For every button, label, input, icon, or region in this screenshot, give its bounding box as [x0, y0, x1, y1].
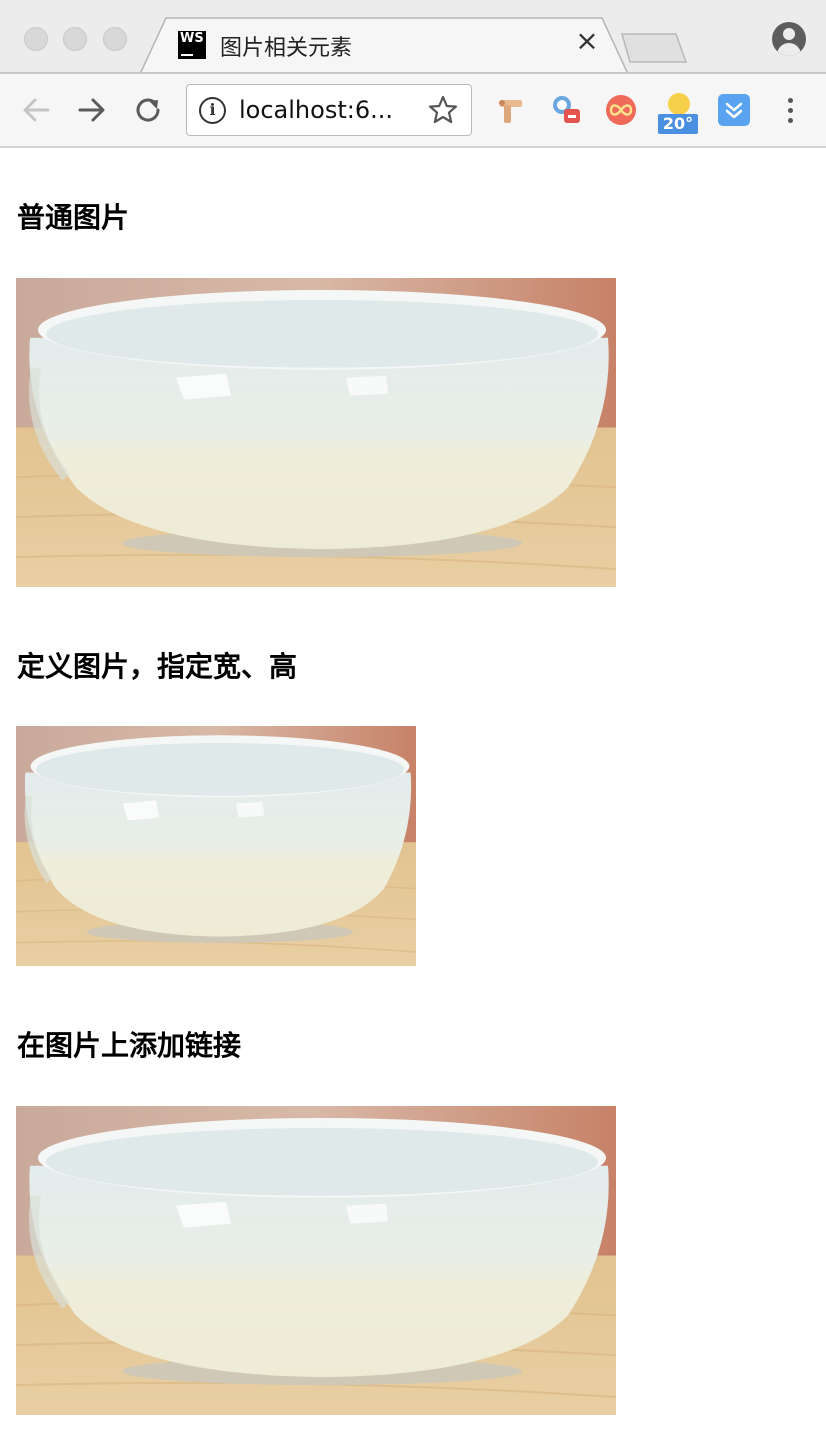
weather-badge: 20° [662, 114, 694, 133]
bowl-image-sized [16, 726, 416, 966]
section-heading-normal-image: 普通图片 [17, 201, 130, 234]
window-close-button[interactable] [24, 27, 48, 51]
tab-title: 图片相关元素 [220, 36, 353, 61]
download-extension-icon[interactable] [716, 92, 752, 128]
browser-tab-strip: WS 图片相关元素 × [0, 0, 826, 76]
address-bar[interactable]: i localhost:6... [186, 84, 472, 136]
star-icon[interactable] [427, 94, 459, 126]
browser-toolbar: i localhost:6... 20° [0, 74, 826, 146]
kebab-menu-icon[interactable] [776, 96, 804, 124]
reload-icon[interactable] [128, 90, 168, 130]
weather-extension-icon[interactable]: 20° [658, 90, 698, 134]
favicon-label: WS [180, 31, 204, 46]
section-heading-sized-image: 定义图片，指定宽、高 [17, 650, 298, 683]
back-arrow-icon[interactable] [16, 90, 56, 130]
pin-extension-icon[interactable] [494, 92, 530, 128]
toolbar-divider [0, 146, 826, 148]
url-text[interactable]: localhost:6... [239, 96, 393, 124]
info-icon[interactable]: i [199, 97, 226, 124]
infinity-extension-icon[interactable] [603, 92, 639, 128]
active-tab[interactable]: WS 图片相关元素 × [140, 16, 630, 76]
window-zoom-button[interactable] [103, 27, 127, 51]
section-heading-linked-image: 在图片上添加链接 [17, 1029, 242, 1062]
webstorm-favicon-icon: WS [178, 31, 206, 59]
bowl-image-normal [16, 278, 616, 587]
bowl-image-link[interactable] [16, 1106, 616, 1415]
forward-arrow-icon[interactable] [72, 90, 112, 130]
translate-extension-icon[interactable] [548, 92, 584, 128]
window-minimize-button[interactable] [63, 27, 87, 51]
tab-close-icon[interactable]: × [572, 26, 602, 56]
profile-icon[interactable] [772, 22, 806, 56]
new-tab-button[interactable] [618, 30, 690, 64]
